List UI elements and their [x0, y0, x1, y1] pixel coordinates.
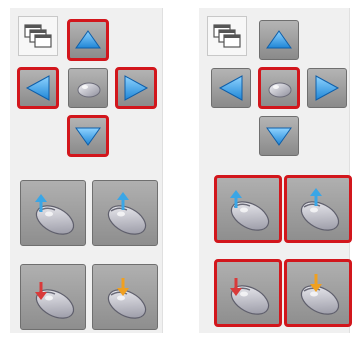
mouse-scroll-down-right-icon — [102, 278, 152, 325]
mouse-icon — [77, 82, 101, 98]
arrow-up-icon — [75, 30, 101, 49]
mouse-scroll-up-right-button[interactable] — [92, 180, 158, 246]
arrow-up-icon — [266, 30, 292, 49]
left-control-panel — [10, 8, 163, 333]
mouse-scroll-down-right-button[interactable] — [284, 259, 352, 327]
mouse-center-button[interactable] — [258, 67, 300, 109]
arrow-right-icon — [124, 75, 149, 101]
arrow-left-button[interactable] — [17, 67, 59, 109]
arrow-left-icon — [218, 75, 243, 101]
mouse-scroll-down-right-button[interactable] — [92, 264, 158, 330]
arrow-down-button[interactable] — [67, 115, 109, 157]
arrow-left-icon — [25, 75, 50, 101]
arrow-right-button[interactable] — [307, 68, 347, 108]
mouse-scroll-down-left-icon — [30, 282, 80, 325]
mouse-scroll-up-left-icon — [30, 194, 80, 241]
mouse-scroll-up-right-icon — [295, 188, 345, 237]
arrow-up-button[interactable] — [259, 20, 299, 60]
mouse-scroll-up-left-icon — [225, 190, 275, 237]
mouse-icon — [268, 82, 292, 98]
arrow-right-button[interactable] — [115, 67, 157, 109]
mouse-scroll-up-right-button[interactable] — [284, 175, 352, 243]
mouse-scroll-up-left-button[interactable] — [214, 175, 282, 243]
mouse-scroll-down-left-button[interactable] — [20, 264, 86, 330]
mouse-center-button[interactable] — [68, 68, 108, 108]
mouse-scroll-down-left-icon — [225, 278, 275, 321]
window-stack-button[interactable] — [207, 16, 247, 56]
window-stack-icon — [24, 24, 52, 48]
mouse-scroll-up-left-button[interactable] — [20, 180, 86, 246]
arrow-down-icon — [266, 127, 292, 146]
arrow-down-icon — [75, 127, 101, 146]
window-stack-button[interactable] — [18, 16, 58, 56]
mouse-scroll-down-left-button[interactable] — [214, 259, 282, 327]
window-stack-icon — [213, 24, 241, 48]
mouse-scroll-up-right-icon — [102, 192, 152, 241]
arrow-right-icon — [315, 75, 340, 101]
mouse-scroll-down-right-icon — [295, 274, 345, 321]
right-control-panel — [199, 8, 352, 333]
arrow-left-button[interactable] — [211, 68, 251, 108]
arrow-down-button[interactable] — [259, 116, 299, 156]
arrow-up-button[interactable] — [67, 19, 109, 61]
